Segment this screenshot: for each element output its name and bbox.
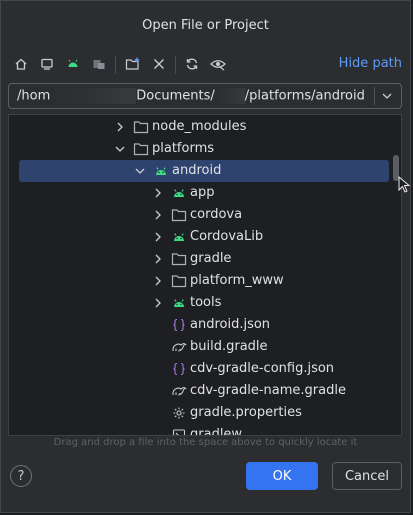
tree-row[interactable]: tools xyxy=(9,292,391,314)
redacted-segment xyxy=(50,88,137,104)
delete-icon[interactable] xyxy=(148,53,170,75)
tree-row-label: gradle.properties xyxy=(190,405,302,420)
redacted-segment xyxy=(214,88,245,104)
dialog-title: Open File or Project xyxy=(142,17,269,33)
toolbar-separator xyxy=(115,56,116,74)
path-field-separator xyxy=(374,87,375,105)
script-file-icon xyxy=(171,427,187,435)
folder-icon xyxy=(171,251,187,267)
folder-icon xyxy=(133,119,149,135)
tree-row[interactable]: cdv-gradle-config.json xyxy=(9,358,391,380)
tree-row-label: tools xyxy=(190,295,222,310)
chevron-right-icon[interactable] xyxy=(151,207,165,223)
tree-row[interactable]: build.gradle xyxy=(9,336,391,358)
chevron-down-icon[interactable] xyxy=(113,141,127,157)
tree-row[interactable]: app xyxy=(9,182,391,204)
chevron-right-icon[interactable] xyxy=(151,295,165,311)
chevron-right-icon[interactable] xyxy=(151,251,165,267)
tree-row[interactable]: android.json xyxy=(9,314,391,336)
folder-icon xyxy=(133,141,149,157)
tree-row-label: platforms xyxy=(152,141,215,156)
open-file-dialog: Open File or Project Hide path /hom Docu… xyxy=(0,0,411,513)
tree-row[interactable]: cordova xyxy=(9,204,391,226)
path-text[interactable]: /hom Documents/ /platforms/android xyxy=(17,88,365,104)
tree-row-label: android xyxy=(172,163,222,178)
tree-row[interactable]: gradle xyxy=(9,248,391,270)
tree-row[interactable]: gradle.properties xyxy=(9,402,391,424)
tree-row[interactable]: gradlew xyxy=(9,424,391,436)
refresh-icon[interactable] xyxy=(181,53,203,75)
gradle-file-icon xyxy=(171,383,187,399)
desktop-icon[interactable] xyxy=(36,53,58,75)
tree-row-label: gradlew xyxy=(190,427,243,436)
path-field[interactable]: /hom Documents/ /platforms/android xyxy=(8,83,402,109)
tree-row-label: cdv-gradle-config.json xyxy=(190,361,335,376)
new-folder-icon[interactable] xyxy=(122,53,144,75)
tree-row[interactable]: android xyxy=(19,160,389,182)
android-module-icon xyxy=(171,185,187,201)
toolbar-separator xyxy=(175,56,176,74)
gradle-file-icon xyxy=(171,339,187,355)
tree-row-label: app xyxy=(190,185,215,200)
chevron-down-icon[interactable] xyxy=(133,163,147,179)
tree-row-label: cordova xyxy=(190,207,243,222)
tree-row[interactable]: node_modules xyxy=(9,116,391,138)
json-file-icon xyxy=(171,317,187,333)
tree-row-label: android.json xyxy=(190,317,271,332)
android-project-icon[interactable] xyxy=(62,53,84,75)
show-hidden-icon[interactable] xyxy=(207,53,229,75)
tree-row-label: CordovaLib xyxy=(190,229,264,244)
file-tree[interactable]: node_modules platforms android app cordova Co… xyxy=(8,114,402,436)
chevron-right-icon[interactable] xyxy=(113,119,127,135)
tree-row[interactable]: CordovaLib xyxy=(9,226,391,248)
help-button[interactable]: ? xyxy=(10,465,32,487)
android-module-icon xyxy=(171,295,187,311)
tree-row-label: build.gradle xyxy=(190,339,268,354)
path-segment-documents: Documents/ xyxy=(136,88,215,104)
folder-icon xyxy=(171,207,187,223)
ok-button[interactable]: OK xyxy=(246,462,318,490)
home-icon[interactable] xyxy=(10,53,32,75)
settings-file-icon xyxy=(171,405,187,421)
folder-icon xyxy=(171,273,187,289)
cancel-button[interactable]: Cancel xyxy=(332,462,402,490)
path-segment-tail: /platforms/android xyxy=(244,88,365,104)
chevron-right-icon[interactable] xyxy=(151,273,165,289)
tree-scrollbar[interactable] xyxy=(391,115,401,435)
hide-path-link[interactable]: Hide path xyxy=(339,56,402,71)
mouse-cursor-icon xyxy=(398,176,411,193)
dialog-titlebar[interactable]: Open File or Project xyxy=(1,1,410,49)
json-file-icon xyxy=(171,361,187,377)
tree-row-label: gradle xyxy=(190,251,232,266)
tree-row[interactable]: platform_www xyxy=(9,270,391,292)
tree-row-label: cdv-gradle-name.gradle xyxy=(190,383,346,398)
android-module-icon xyxy=(153,163,169,179)
module-icon[interactable] xyxy=(88,53,110,75)
tree-row[interactable]: cdv-gradle-name.gradle xyxy=(9,380,391,402)
toolbar: Hide path xyxy=(1,49,410,81)
path-segment-home: /hom xyxy=(17,88,51,104)
drag-drop-hint: Drag and drop a file into the space abov… xyxy=(53,437,358,448)
chevron-right-icon[interactable] xyxy=(151,185,165,201)
tree-row-label: node_modules xyxy=(152,119,247,134)
android-module-icon xyxy=(171,229,187,245)
chevron-right-icon[interactable] xyxy=(151,229,165,245)
tree-row[interactable]: platforms xyxy=(9,138,391,160)
chevron-down-icon[interactable] xyxy=(379,88,395,104)
tree-row-label: platform_www xyxy=(190,273,284,288)
